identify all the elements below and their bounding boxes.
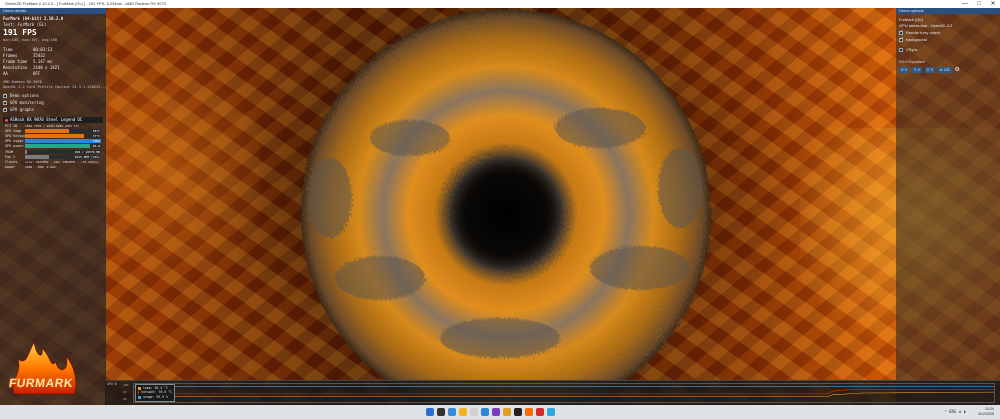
legend-item: usage: 99.9 % (138, 395, 172, 399)
gpu-monitor-bar: 1615 RPM (31%) (25, 154, 101, 159)
vsync-toggle[interactable]: VSync (899, 46, 997, 53)
maximize-button[interactable]: □ (972, 0, 986, 8)
gpu-monitor-bar-fill (25, 133, 84, 138)
legend-label: usage: 99.9 % (143, 394, 168, 399)
gpu-monitor-bar-fill (25, 154, 49, 159)
checkbox[interactable] (3, 92, 7, 98)
graph-axis-label: 80 (123, 390, 127, 394)
taskbar-app-icon[interactable] (514, 408, 522, 416)
window-title: Geeks3D FurMark 2.10.2.0 - [ FurMark (GL… (5, 1, 166, 6)
aa-label: AA (3, 71, 8, 76)
gpu-graphs-toggle[interactable]: GPU graphs (3, 106, 103, 113)
check-label: VSync (906, 47, 918, 52)
taskbar-app-icon[interactable] (492, 408, 500, 416)
demo-options-panel: Demo options FurMark (GL) GPU stress tes… (896, 8, 1000, 405)
ssao-equalizer-label: SSO Equalizer (899, 59, 926, 64)
taskbar-app-icon[interactable] (448, 408, 456, 416)
fps-readout: 191 FPS (3, 28, 37, 37)
furry-donut (301, 9, 711, 405)
checkbox[interactable] (899, 36, 904, 42)
graph-title: GPU 0 (107, 382, 117, 386)
gpu-monitor-text: 1002-7550 / 1849-5489 (REV C3) (25, 123, 80, 128)
check-label: GPU graphs (10, 106, 35, 112)
gpu-monitor-value: 77°C (92, 133, 100, 138)
gpu-monitoring-toggle[interactable]: GPU monitoring (3, 99, 103, 106)
taskbar-app-icon[interactable] (459, 408, 467, 416)
gpu-monitor-bar-fill (25, 128, 70, 133)
gpu-monitor-row: power 288W - PPW: 0.662 (3, 165, 103, 170)
gear-icon[interactable]: ⚙ (955, 67, 960, 73)
gpu-monitor-label: power (5, 165, 16, 170)
taskbar-app-icon[interactable] (426, 408, 434, 416)
gpu-monitor-value: 296 / 16376 MB (74, 149, 100, 154)
opengl-info: OpenGL 3.2 Core Profile Context 25.3.1.2… (3, 85, 107, 89)
graph-line-temp (134, 391, 994, 397)
demo-options-toggle[interactable]: Demo options (3, 92, 103, 99)
graph-axis-label: 100 (123, 383, 129, 387)
ssao-a-field[interactable]: A: 120 (937, 67, 952, 73)
taskbar-icons (426, 408, 555, 416)
checkbox[interactable] (899, 47, 903, 52)
gpu-monitor-value: 100% (92, 139, 100, 144)
system-tray[interactable]: ⌃ ENG ◖ ▮ (944, 409, 966, 414)
window-title-bar[interactable]: Geeks3D FurMark 2.10.2.0 - [ FurMark (GL… (0, 0, 1000, 8)
checkbox[interactable] (3, 106, 7, 112)
graph-axis-label: 60 (123, 397, 127, 401)
gpu-monitor: ASRock RX 9070 Steel Legend OC PCI ID 100… (3, 117, 103, 170)
background-toggle[interactable]: background (899, 36, 997, 43)
taskbar-app-icon[interactable] (503, 408, 511, 416)
gpu-monitor-value: 1615 RPM (31%) (74, 154, 100, 159)
gpu-graph: GPU 0 100 80 60 (105, 380, 1000, 405)
render-viewport[interactable] (0, 8, 1000, 405)
graph-plot (133, 383, 995, 403)
gpu-monitor-bar: 100% (25, 139, 101, 144)
legend-swatch (138, 391, 140, 395)
furmark-logo-flame-icon (12, 340, 77, 395)
gpu-monitor-bar-fill (25, 144, 91, 149)
aa-value: OFF (33, 71, 41, 76)
taskbar-app-icon[interactable] (437, 408, 445, 416)
status-dot-icon (5, 118, 8, 122)
taskbar-app-icon[interactable] (481, 408, 489, 416)
gpu-monitor-value: 86 W (92, 144, 100, 149)
ssao-x-field[interactable]: X: 0 (899, 67, 910, 73)
clock-date: 4/12/2025 (978, 411, 994, 416)
check-label: GPU monitoring (10, 99, 44, 105)
check-label: background (906, 37, 927, 42)
taskbar-clock[interactable]: 13:24 4/12/2025 (978, 407, 994, 416)
checkbox[interactable] (899, 29, 904, 35)
legend-swatch (138, 395, 141, 399)
gpu-monitor-bar: 296 / 16376 MB (25, 149, 101, 154)
furmark-logo-text: FURMARK (8, 376, 75, 390)
window-controls: — □ ✕ (958, 0, 1000, 8)
minimize-button[interactable]: — (958, 0, 972, 8)
ssao-y-field[interactable]: Y: 0 (912, 67, 922, 73)
gpu-monitor-bar: 86 W (25, 144, 101, 149)
close-button[interactable]: ✕ (986, 0, 1000, 8)
taskbar-app-icon[interactable] (525, 408, 533, 416)
gpu-monitor-bar: 58°C (25, 128, 101, 133)
taskbar: ⌃ ENG ◖ ▮ 13:24 4/12/2025 (0, 405, 1000, 419)
taskbar-app-icon[interactable] (536, 408, 544, 416)
gpu-monitor-bar: 77°C (25, 133, 101, 138)
render-furry-object-toggle[interactable]: Render furry object (899, 29, 997, 36)
taskbar-app-icon[interactable] (547, 408, 555, 416)
gpu-monitor-bar-fill (25, 149, 28, 154)
ssao-z-field[interactable]: Z: 0 (924, 67, 935, 73)
taskbar-app-icon[interactable] (470, 408, 478, 416)
ssao-equalizer-controls: X: 0 Y: 0 Z: 0 A: 120 ⚙ (899, 67, 997, 73)
check-label: Demo options (10, 92, 39, 98)
gpu-monitor-bar-fill (25, 139, 101, 144)
gpu-monitor-text: 288W - PPW: 0.662 (25, 165, 56, 170)
gpu-monitor-value: 58°C (92, 128, 100, 133)
gpu-monitor-rows: PCI ID 1002-7550 / 1849-5489 (REV C3) GPU … (3, 123, 103, 170)
graph-legend: temp: 58.4 °C hotspot: 78.0 °C usage: 99.9… (135, 384, 175, 402)
check-label: Render furry object (906, 30, 941, 35)
checkbox[interactable] (3, 99, 7, 105)
legend-swatch (138, 386, 141, 390)
